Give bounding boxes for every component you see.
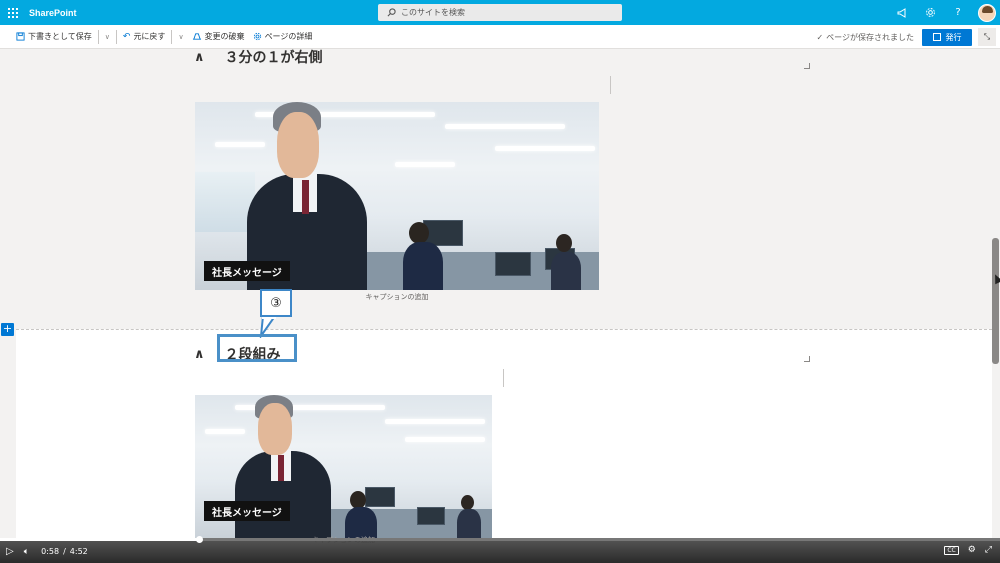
page-canvas: ∧ ３分の１が右側 社長メッセージ キャプションの追加 ∧ ２段組み 社長メッセ… — [16, 49, 992, 544]
brand-name[interactable]: SharePoint — [29, 8, 77, 18]
suite-bar: SharePoint このサイトを検索 ? — [0, 0, 1000, 25]
undo-label: 元に戻す — [133, 32, 166, 41]
section-one-third-right[interactable]: ∧ ３分の１が右側 社長メッセージ キャプションの追加 — [16, 49, 992, 328]
chevron-down-icon[interactable]: ∨ — [101, 33, 114, 41]
check-icon: ✓ — [816, 32, 824, 42]
fullscreen-icon[interactable]: ⤢ — [985, 545, 992, 555]
callout-highlight-box — [217, 334, 297, 362]
help-icon[interactable]: ? — [944, 0, 972, 25]
settings-icon[interactable]: ⚙︎ — [968, 545, 976, 555]
resize-handle-icon[interactable] — [804, 356, 810, 362]
search-placeholder: このサイトを検索 — [401, 8, 465, 17]
section-title[interactable]: ３分の１が右側 — [225, 47, 323, 67]
publish-button[interactable]: 発行 — [922, 28, 972, 46]
discard-label: 変更の破棄 — [204, 32, 245, 41]
video-player-controls: ▷ 🔈︎ 0:58 / 4:52 CC ⚙︎ ⤢ — [0, 536, 1000, 563]
progress-knob[interactable] — [196, 536, 203, 543]
image-title-overlay: 社長メッセージ — [204, 501, 290, 521]
page-details-button[interactable]: ページの詳細 — [249, 25, 317, 49]
save-draft-button[interactable]: 下書きとして保存 — [12, 25, 96, 49]
collapse-caret-icon[interactable]: ∧ — [194, 50, 205, 65]
play-icon[interactable]: ▷ — [6, 546, 14, 557]
column-divider — [610, 76, 611, 94]
megaphone-icon[interactable] — [888, 0, 916, 25]
gear-icon — [253, 32, 261, 41]
app-launcher-icon[interactable] — [0, 0, 25, 25]
progress-fill — [0, 538, 199, 541]
image-title-overlay: 社長メッセージ — [204, 261, 290, 281]
add-section-button[interactable]: + — [1, 323, 14, 336]
column-divider — [503, 369, 504, 387]
time-separator: / — [63, 547, 66, 556]
gear-icon[interactable] — [916, 0, 944, 25]
section-heading[interactable]: ∧ ３分の１が右側 — [194, 47, 323, 67]
captions-icon[interactable]: CC — [944, 545, 959, 555]
avatar[interactable] — [978, 3, 996, 22]
page-details-label: ページの詳細 — [264, 32, 313, 41]
save-status: ✓ ページが保存されました — [816, 32, 914, 43]
resize-handle-icon[interactable] — [804, 63, 810, 69]
search-icon — [387, 8, 396, 17]
current-time: 0:58 — [41, 547, 60, 556]
search-box[interactable]: このサイトを検索 — [378, 4, 622, 21]
undo-button[interactable]: ↶ 元に戻す — [119, 25, 170, 49]
save-icon — [16, 32, 25, 41]
save-status-text: ページが保存されました — [826, 32, 914, 42]
callout-number-badge: ③ — [260, 289, 292, 317]
section-two-columns[interactable]: ∧ ２段組み 社長メッセージ — [16, 329, 992, 544]
duration: 4:52 — [69, 547, 88, 556]
progress-bar[interactable] — [0, 536, 1000, 543]
command-bar: 下書きとして保存 ∨ ↶ 元に戻す ∨ 変更の破棄 ページの詳細 ✓ ページが保存… — [0, 25, 1000, 49]
publish-label: 発行 — [945, 32, 962, 42]
divider — [97, 29, 99, 44]
discard-button[interactable]: 変更の破棄 — [188, 25, 249, 49]
image-caption-placeholder[interactable]: キャプションの追加 — [195, 292, 599, 302]
divider — [115, 29, 117, 44]
scrollbar-thumb[interactable] — [992, 238, 999, 364]
save-draft-label: 下書きとして保存 — [28, 32, 92, 41]
chevron-down-icon[interactable]: ∨ — [174, 33, 187, 41]
publish-icon — [932, 33, 941, 41]
volume-icon[interactable]: 🔈︎ — [24, 547, 29, 557]
hero-image[interactable]: 社長メッセージ — [195, 102, 599, 290]
divider — [171, 29, 173, 44]
collapse-caret-icon[interactable]: ∧ — [194, 347, 205, 362]
collapse-icon[interactable]: ⤡ — [978, 28, 996, 46]
hero-image[interactable]: 社長メッセージ — [195, 395, 492, 539]
discard-icon — [192, 33, 201, 40]
undo-icon: ↶ — [122, 31, 131, 42]
